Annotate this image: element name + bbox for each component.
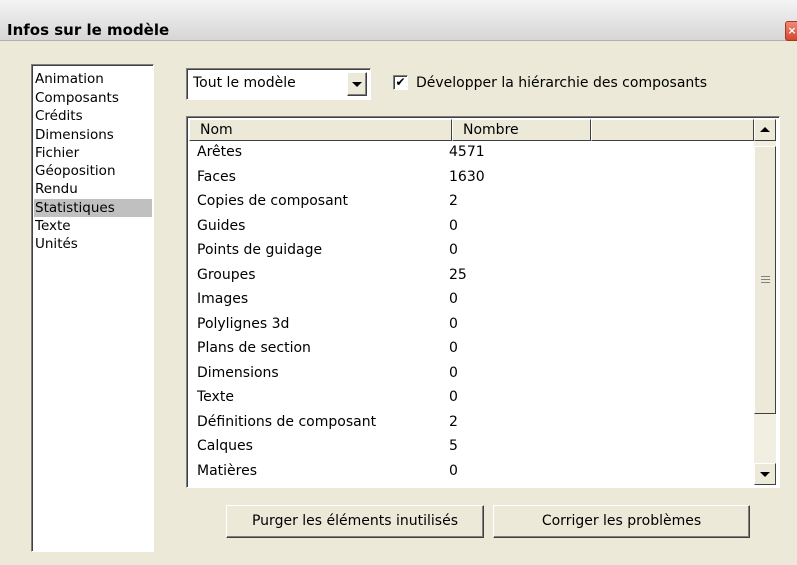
window-title: Infos sur le modèle — [7, 21, 170, 39]
nav-item-unites[interactable]: Unités — [34, 235, 152, 253]
row-count: 0 — [449, 242, 458, 258]
scroll-up-button[interactable] — [754, 119, 776, 141]
row-count: 0 — [449, 217, 458, 234]
nav-item-dimensions[interactable]: Dimensions — [34, 126, 152, 144]
nav-item-composants[interactable]: Composants — [34, 89, 152, 107]
row-count: 0 — [449, 291, 458, 307]
row-name: Arêtes — [197, 144, 243, 160]
expand-hierarchy-checkbox[interactable]: ✔ — [393, 75, 408, 90]
row-name: Polylignes 3d — [197, 315, 290, 332]
title-bar: Infos sur le modèle × — [0, 0, 797, 41]
row-count: 0 — [449, 315, 458, 332]
row-name: Texte — [197, 389, 234, 405]
row-count: 2 — [449, 413, 458, 430]
fix-problems-button[interactable]: Corriger les problèmes — [493, 505, 750, 538]
scope-select-value: Tout le modèle — [193, 75, 296, 91]
row-name: Groupes — [197, 266, 256, 283]
row-count: 0 — [449, 389, 458, 405]
row-name: Copies de composant — [197, 193, 349, 209]
row-count: 0 — [449, 462, 458, 479]
statistics-table: Nom Nombre Arêtes 4571 Faces 1630 Copies de … — [186, 116, 780, 488]
column-header-nom[interactable]: Nom — [189, 119, 452, 141]
scroll-thumb[interactable] — [754, 146, 776, 414]
row-count: 0 — [449, 364, 458, 381]
column-header-nombre[interactable]: Nombre — [452, 119, 591, 141]
row-count: 2 — [449, 193, 458, 209]
scope-select[interactable]: Tout le modèle — [186, 68, 371, 100]
row-count: 0 — [449, 340, 458, 356]
grip-icon — [761, 276, 770, 277]
nav-item-rendu[interactable]: Rendu — [34, 180, 152, 198]
row-count: 25 — [449, 266, 467, 283]
row-name: Guides — [197, 217, 246, 234]
dropdown-button[interactable] — [347, 72, 367, 96]
row-count: 1630 — [449, 168, 485, 185]
close-button[interactable]: × — [785, 21, 797, 41]
nav-item-geoposition[interactable]: Géoposition — [34, 162, 152, 180]
nav-item-fichier[interactable]: Fichier — [34, 144, 152, 162]
chevron-down-icon — [352, 82, 362, 87]
row-name: Plans de section — [197, 340, 311, 356]
row-count: 5 — [449, 438, 458, 454]
nav-item-animation[interactable]: Animation — [34, 70, 152, 88]
scroll-down-button[interactable] — [754, 463, 776, 485]
row-count: 4571 — [449, 144, 485, 160]
nav-item-credits[interactable]: Crédits — [34, 107, 152, 125]
arrow-up-icon — [760, 127, 770, 132]
row-name: Points de guidage — [197, 242, 323, 258]
category-list[interactable]: Animation Composants Crédits Dimensions … — [31, 64, 154, 552]
vertical-scrollbar[interactable] — [754, 119, 776, 485]
purge-button[interactable]: Purger les éléments inutilisés — [226, 505, 484, 538]
row-name: Matières — [197, 462, 258, 479]
arrow-down-icon — [760, 472, 770, 477]
expand-hierarchy-label[interactable]: Développer la hiérarchie des composants — [416, 75, 707, 91]
nav-item-statistiques[interactable]: Statistiques — [34, 199, 152, 217]
column-header-empty[interactable] — [591, 119, 754, 141]
row-name: Images — [197, 291, 249, 307]
grip-line — [761, 279, 770, 280]
row-name: Dimensions — [197, 364, 279, 381]
nav-item-texte[interactable]: Texte — [34, 217, 152, 235]
row-name: Calques — [197, 438, 253, 454]
grip-line — [761, 282, 770, 283]
row-name: Faces — [197, 168, 236, 185]
row-name: Définitions de composant — [197, 413, 377, 430]
